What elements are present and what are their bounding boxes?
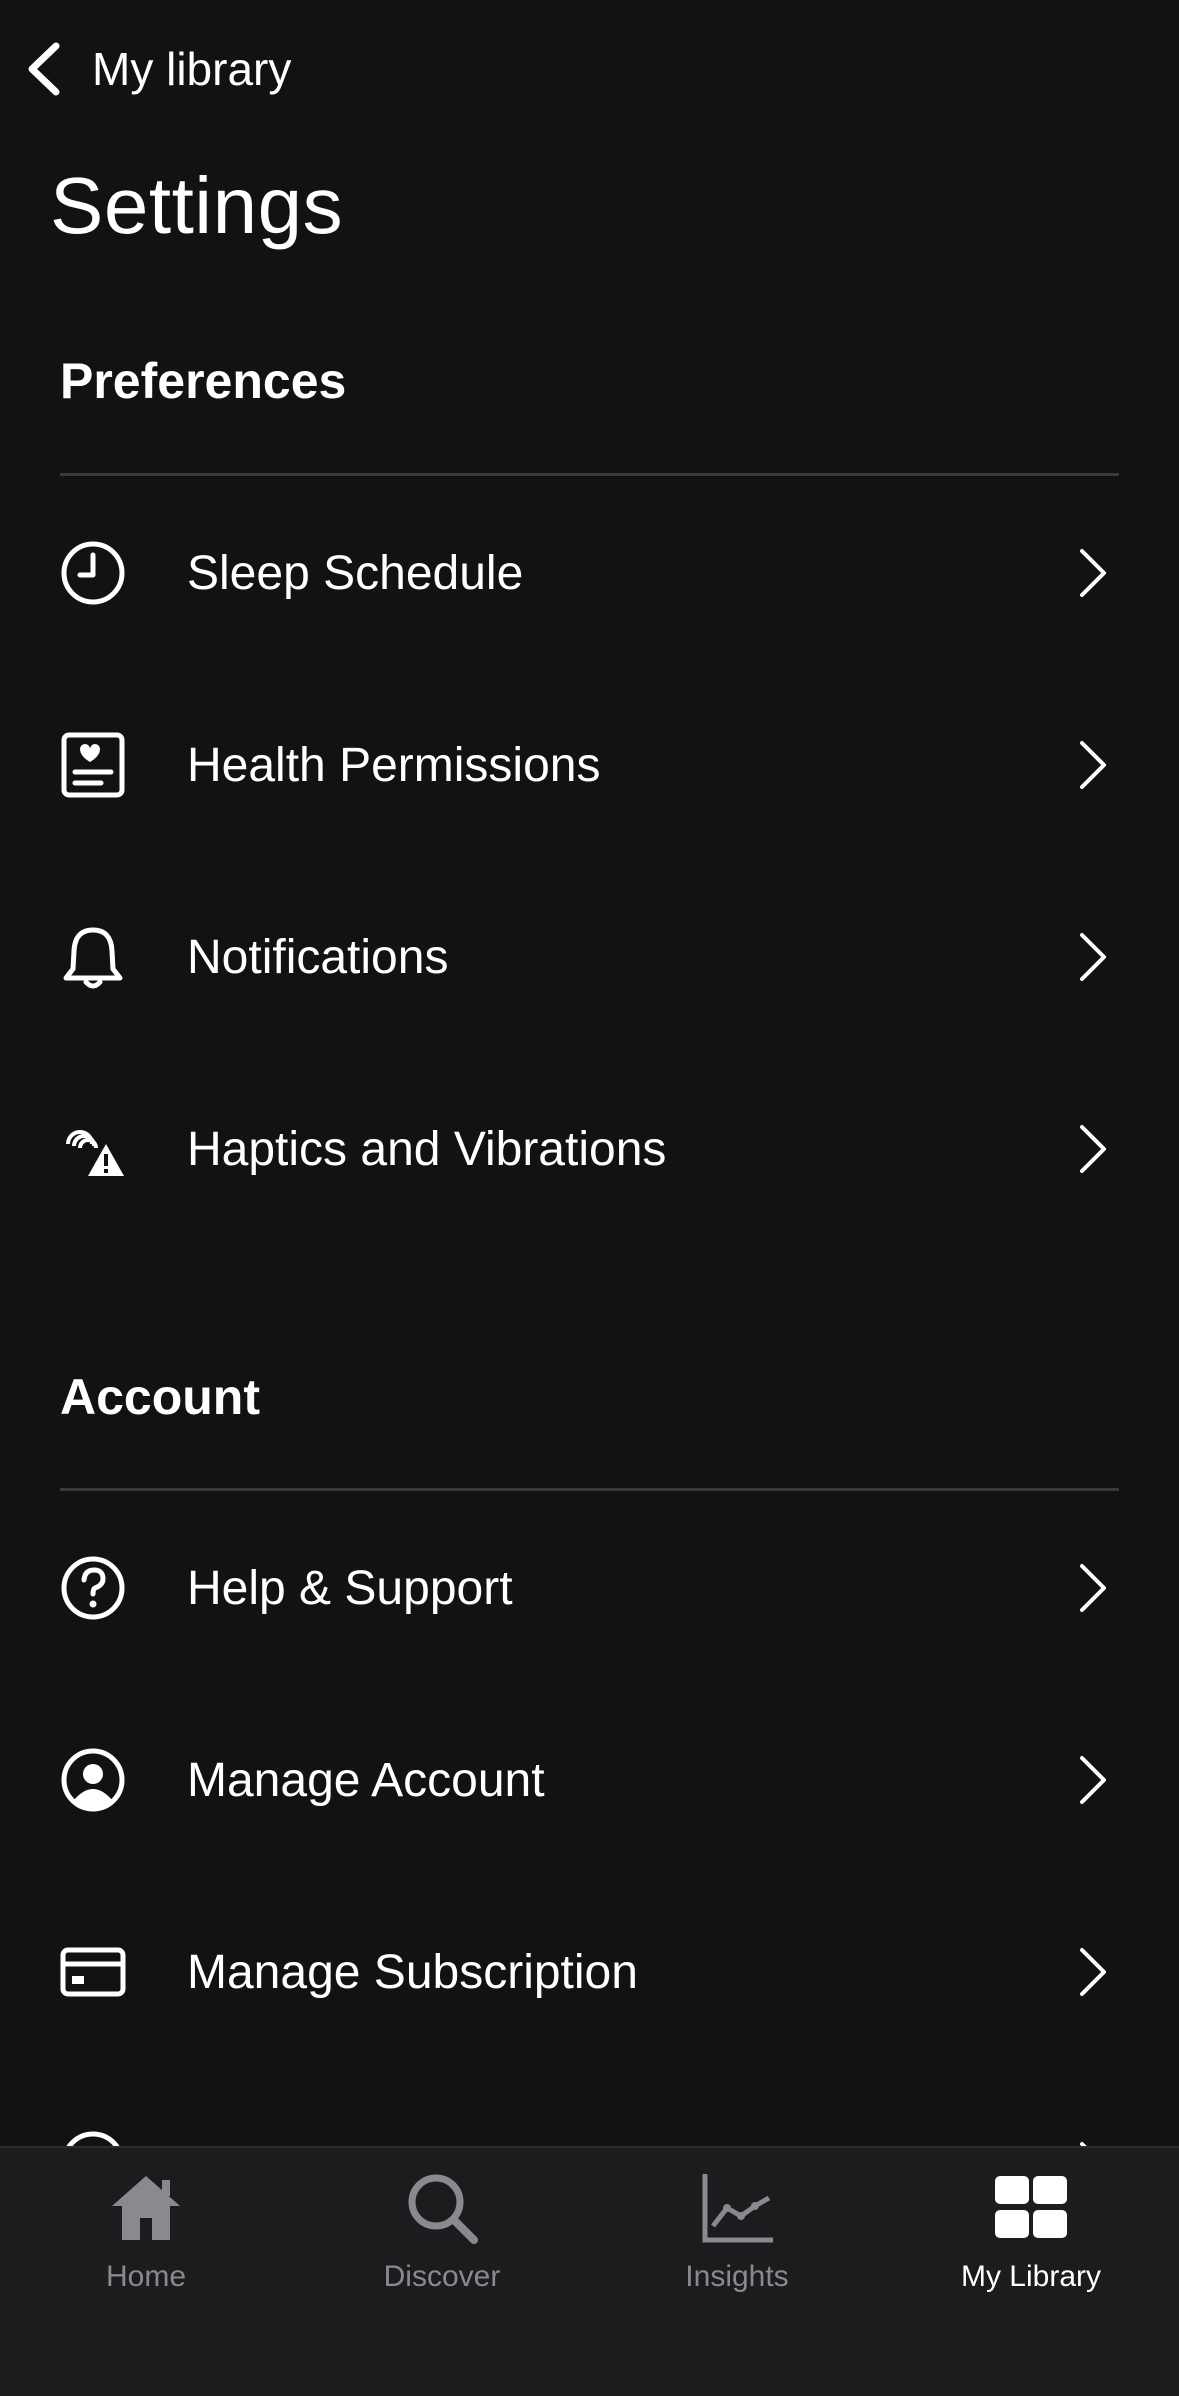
divider [60, 1488, 1119, 1491]
chevron-left-icon [28, 42, 60, 96]
chevron-right-icon [1074, 1558, 1110, 1618]
chevron-right-icon [1074, 1750, 1110, 1810]
tab-label: Insights [685, 2260, 789, 2293]
settings-row-sleep-schedule[interactable]: Sleep Schedule [0, 477, 1179, 669]
back-button[interactable]: My library [24, 34, 291, 104]
chart-icon [702, 2174, 773, 2243]
settings-row-manage-subscription[interactable]: Manage Subscription [0, 1876, 1179, 2068]
page-title: Settings [50, 161, 344, 250]
tab-label: Discover [383, 2260, 501, 2293]
help-icon [58, 1553, 128, 1623]
tab-discover[interactable]: Discover [332, 2168, 552, 2318]
clock-icon [58, 538, 128, 608]
row-label: Sleep Schedule [187, 546, 524, 600]
haptics-icon [58, 1114, 128, 1184]
tab-insights[interactable]: Insights [627, 2168, 847, 2318]
settings-row-haptics[interactable]: Haptics and Vibrations [0, 1053, 1179, 1245]
settings-row-manage-account[interactable]: Manage Account [0, 1684, 1179, 1876]
settings-screen: My library Settings Preferences Sleep Sc… [0, 0, 1179, 2396]
row-label: Haptics and Vibrations [187, 1122, 667, 1176]
settings-row-notifications[interactable]: Notifications [0, 861, 1179, 1053]
section-header-preferences: Preferences [60, 353, 347, 409]
grid-icon [995, 2176, 1067, 2238]
back-label: My library [92, 43, 292, 95]
section-header-account: Account [60, 1369, 260, 1425]
row-label: Help & Support [187, 1561, 513, 1615]
tab-label: My Library [960, 2260, 1102, 2293]
chevron-right-icon [1074, 1119, 1110, 1179]
tab-home[interactable]: Home [36, 2168, 256, 2318]
tab-my-library[interactable]: My Library [921, 2168, 1141, 2318]
home-icon [112, 2176, 180, 2240]
bell-icon [58, 922, 128, 992]
chevron-right-icon [1074, 1942, 1110, 2002]
chevron-right-icon [1074, 543, 1110, 603]
health-card-icon [58, 730, 128, 800]
row-label: Health Permissions [187, 738, 601, 792]
credit-card-icon [58, 1937, 128, 2007]
chevron-right-icon [1074, 735, 1110, 795]
user-icon [58, 1745, 128, 1815]
row-label: Notifications [187, 930, 449, 984]
search-icon [408, 2174, 478, 2244]
settings-row-partial[interactable] [0, 2100, 1179, 2150]
divider [60, 473, 1119, 476]
settings-row-health-permissions[interactable]: Health Permissions [0, 669, 1179, 861]
tab-label: Home [105, 2260, 187, 2293]
chevron-right-icon [1074, 927, 1110, 987]
row-label: Manage Subscription [187, 1945, 638, 1999]
settings-row-help-support[interactable]: Help & Support [0, 1492, 1179, 1684]
row-label: Manage Account [187, 1753, 545, 1807]
tab-bar: Home Discover Insights My Library [0, 2146, 1179, 2396]
